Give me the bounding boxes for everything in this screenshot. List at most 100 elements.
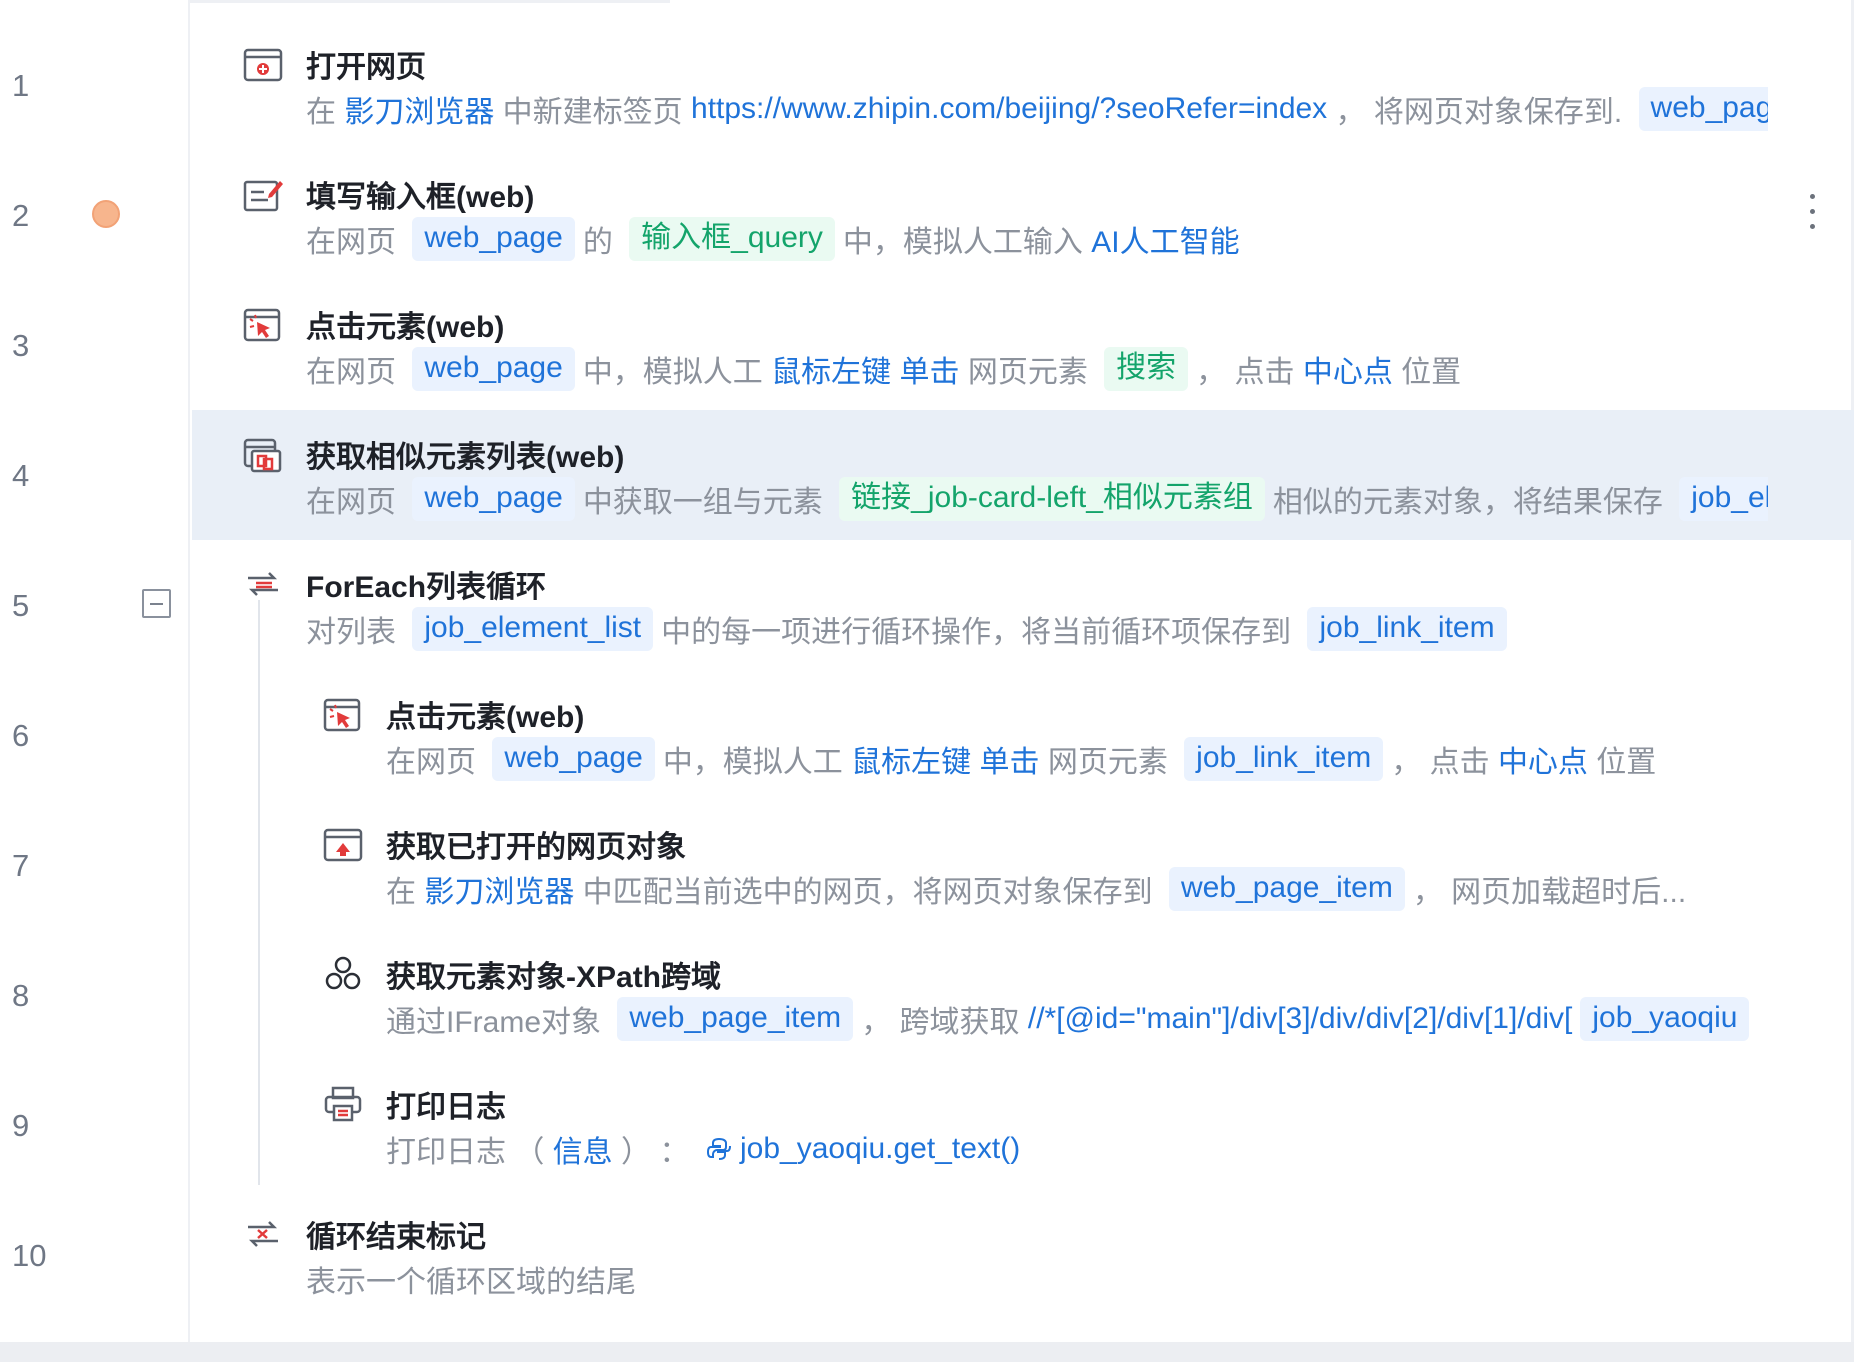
- step-description: 在 影刀浏览器 中匹配当前选中的网页，将网页对象保存到 web_page_ite…: [386, 866, 1768, 912]
- step-description: 对列表 job_element_list中的每一项进行循环操作，将当前循环项保存…: [306, 606, 1768, 652]
- variable-chip[interactable]: job_link_item: [1184, 737, 1383, 781]
- step-row[interactable]: 6点击元素(web)在网页 web_page中，模拟人工 鼠标左键 单击 网页元…: [0, 670, 1854, 800]
- similar-elements-icon: [242, 434, 284, 474]
- desc-text: 中的每一项进行循环操作，将当前循环项保存到: [661, 607, 1299, 651]
- variable-chip[interactable]: web_page: [412, 217, 574, 261]
- line-number: 3: [12, 328, 29, 364]
- line-number: 7: [12, 848, 29, 884]
- desc-text: 网页元素: [960, 347, 1097, 391]
- param-value: AI人工智能: [1091, 217, 1239, 261]
- param-value: 信息: [553, 1127, 613, 1171]
- step-row[interactable]: 2 填写输入框(web)在网页 web_page的 输入框_query中，模拟人工…: [0, 150, 1854, 280]
- desc-text: 通过IFrame对象: [386, 997, 609, 1041]
- print-log-icon: [322, 1084, 364, 1124]
- step-title: 填写输入框(web): [306, 172, 534, 216]
- step-title: 点击元素(web): [306, 302, 504, 346]
- step-row[interactable]: 9 打印日志打印日志 （ 信息 ） ： job_yaoqiu.get_text(): [0, 1060, 1854, 1190]
- variable-chip[interactable]: web_page: [412, 347, 574, 391]
- line-number: 9: [12, 1108, 29, 1144]
- variable-chip[interactable]: job_link_item: [1307, 607, 1506, 651]
- step-description: 在 影刀浏览器 中新建标签页 https://www.zhipin.com/be…: [306, 86, 1768, 132]
- element-chip[interactable]: 输入框_query: [629, 217, 835, 261]
- variable-chip[interactable]: web_page_item: [1169, 867, 1405, 911]
- variable-chip[interactable]: web_page: [1639, 87, 1768, 131]
- desc-text: ， 点击: [1391, 737, 1498, 781]
- line-number: 5: [12, 588, 29, 624]
- desc-text: 相似的元素对象，将结果保存: [1273, 477, 1671, 521]
- desc-text: 在网页: [306, 477, 404, 521]
- desc-text: 位置: [1393, 347, 1461, 391]
- step-description: 打印日志 （ 信息 ） ： job_yaoqiu.get_text(): [386, 1126, 1768, 1172]
- step-row[interactable]: 3 点击元素(web)在网页 web_page中，模拟人工 鼠标左键 单击 网页元…: [0, 280, 1854, 410]
- step-title: 打印日志: [386, 1082, 506, 1126]
- desc-text: 中，模拟人工输入: [843, 217, 1091, 261]
- horizontal-scrollbar[interactable]: [0, 1342, 1854, 1362]
- variable-chip[interactable]: web_page_item: [617, 997, 853, 1041]
- step-title: 打开网页: [306, 42, 426, 86]
- step-title: 获取相似元素列表(web): [306, 432, 624, 476]
- param-value: 影刀浏览器: [424, 867, 574, 911]
- line-number: 4: [12, 458, 29, 494]
- desc-text: 中匹配当前选中的网页，将网页对象保存到: [574, 867, 1161, 911]
- step-row[interactable]: 8 获取元素对象-XPath跨域通过IFrame对象 web_page_item，…: [0, 930, 1854, 1060]
- param-value: //*[@id="main"]/div[3]/div/div[2]/div[1]…: [1028, 1002, 1572, 1036]
- desc-text: ， 将网页对象保存到.: [1327, 87, 1630, 131]
- element-chip[interactable]: 搜索: [1104, 347, 1188, 391]
- desc-text: 在: [386, 867, 424, 911]
- get-opened-page-icon: [322, 824, 364, 864]
- step-row[interactable]: 10循环结束标记表示一个循环区域的结尾: [0, 1190, 1854, 1320]
- param-value: 中心点: [1498, 737, 1588, 781]
- step-title: ForEach列表循环: [306, 562, 546, 606]
- open-webpage-icon: [242, 44, 284, 84]
- url-text: https://www.zhipin.com/beijing/?seoRefer…: [691, 92, 1327, 126]
- step-row[interactable]: 1 打开网页在 影刀浏览器 中新建标签页 https://www.zhipin.c…: [0, 20, 1854, 150]
- foreach-loop-icon: [242, 564, 284, 604]
- variable-chip[interactable]: job_element_list: [412, 607, 653, 651]
- desc-text: 中，模拟人工: [663, 737, 851, 781]
- desc-text: 的: [583, 217, 621, 261]
- line-number: 8: [12, 978, 29, 1014]
- desc-text: 中新建标签页: [494, 87, 691, 131]
- desc-text: ） ：: [613, 1127, 706, 1171]
- param-value: 鼠标左键 单击: [851, 737, 1039, 781]
- desc-text: ， 网页加载超时后...: [1413, 867, 1686, 911]
- breakpoint-marker[interactable]: [92, 200, 120, 228]
- variable-chip[interactable]: web_page: [492, 737, 654, 781]
- desc-text: 中，模拟人工: [583, 347, 771, 391]
- xpath-cross-domain-icon: [322, 954, 364, 994]
- more-actions-icon[interactable]: [1805, 192, 1819, 232]
- step-row[interactable]: 5 ForEach列表循环对列表 job_element_list中的每一项进行循…: [0, 540, 1854, 670]
- desc-text: 打印日志 （: [386, 1127, 553, 1171]
- desc-text: 网页元素: [1040, 737, 1177, 781]
- variable-chip[interactable]: job_yaoqiu: [1580, 997, 1749, 1041]
- step-row[interactable]: 7 获取已打开的网页对象在 影刀浏览器 中匹配当前选中的网页，将网页对象保存到 w…: [0, 800, 1854, 930]
- desc-text: 在网页: [386, 737, 484, 781]
- step-title: 获取元素对象-XPath跨域: [386, 952, 721, 996]
- step-description: 在网页 web_page中，模拟人工 鼠标左键 单击 网页元素 搜索， 点击 中…: [306, 346, 1768, 392]
- flow-editor: 1打开网页在 影刀浏览器 中新建标签页 https://www.zhipin.c…: [0, 0, 1854, 1362]
- python-icon: [706, 1136, 740, 1162]
- desc-text: ， 跨域获取: [861, 997, 1028, 1041]
- loop-end-icon: [242, 1214, 284, 1254]
- line-number: 1: [12, 68, 29, 104]
- desc-text: 在网页: [306, 347, 404, 391]
- top-scroll-edge: [190, 0, 670, 3]
- desc-text: ， 点击: [1196, 347, 1303, 391]
- desc-text: 在网页: [306, 217, 404, 261]
- step-description: 在网页 web_page中，模拟人工 鼠标左键 单击 网页元素 job_link…: [386, 736, 1768, 782]
- collapse-loop-button[interactable]: [142, 589, 171, 618]
- param-value: 影刀浏览器: [344, 87, 494, 131]
- desc-text: 对列表: [306, 607, 404, 651]
- element-chip[interactable]: 链接_job-card-left_相似元素组: [839, 477, 1265, 521]
- step-description: 在网页 web_page中获取一组与元素 链接_job-card-left_相似…: [306, 476, 1768, 522]
- step-title: 获取已打开的网页对象: [386, 822, 686, 866]
- step-description: 表示一个循环区域的结尾: [306, 1256, 1768, 1302]
- line-number: 2: [12, 198, 29, 234]
- step-description: 在网页 web_page的 输入框_query中，模拟人工输入 AI人工智能: [306, 216, 1768, 262]
- step-row[interactable]: 4 获取相似元素列表(web)在网页 web_page中获取一组与元素 链接_jo…: [0, 410, 1854, 540]
- variable-chip[interactable]: web_page: [412, 477, 574, 521]
- desc-text: 表示一个循环区域的结尾: [306, 1257, 636, 1301]
- variable-chip[interactable]: job_element_list: [1679, 477, 1768, 521]
- step-title: 点击元素(web): [386, 692, 584, 736]
- param-value: 鼠标左键 单击: [771, 347, 959, 391]
